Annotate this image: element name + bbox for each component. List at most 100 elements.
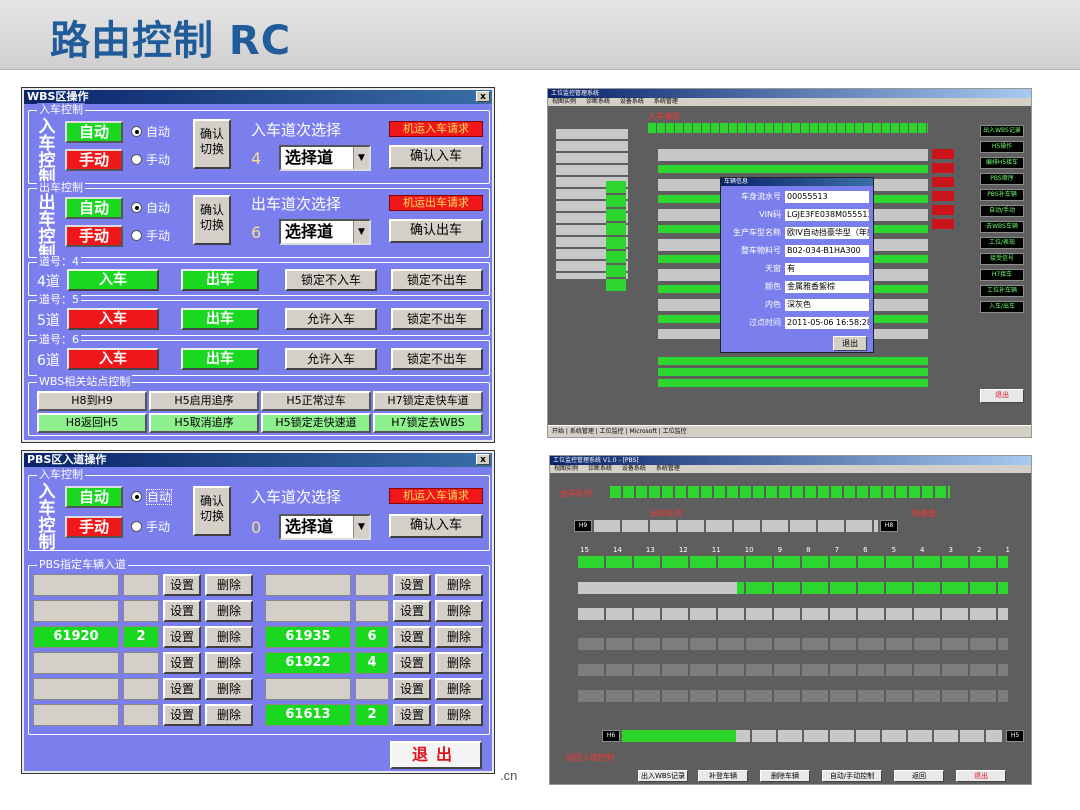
side-button[interactable]: 去WBS车辆 bbox=[980, 221, 1024, 233]
delete-button[interactable]: 删除 bbox=[205, 704, 253, 726]
set-button[interactable]: 设置 bbox=[393, 704, 431, 726]
auto-manual-button[interactable]: 自动/手动控制 bbox=[822, 770, 882, 782]
lane-lock-in-button[interactable]: 锁定不入车 bbox=[285, 269, 377, 291]
set-button[interactable]: 设置 bbox=[393, 652, 431, 674]
set-button[interactable]: 设置 bbox=[393, 626, 431, 648]
wbs-exit-radio-auto[interactable]: 自动 bbox=[131, 201, 170, 215]
station-button-h7-lock-fast[interactable]: H7锁定走快车道 bbox=[373, 391, 483, 411]
set-button[interactable]: 设置 bbox=[393, 574, 431, 596]
side-button[interactable]: 入车/出车 bbox=[980, 301, 1024, 313]
register-car-button[interactable]: 补登车辆 bbox=[698, 770, 748, 782]
side-button[interactable]: 接受信号 bbox=[980, 253, 1024, 265]
wbs-exit-radio-manual[interactable]: 手动 bbox=[131, 229, 170, 243]
menu-item[interactable]: 系统管理 bbox=[656, 465, 680, 472]
pbs-entry-lane-select[interactable]: 选择道 ▼ bbox=[279, 514, 371, 540]
side-button[interactable]: 工位补车辆 bbox=[980, 285, 1024, 297]
wbs-exit-confirm-switch-button[interactable]: 确认切换 bbox=[193, 195, 231, 245]
station-button-h8-return[interactable]: H8返回H5 bbox=[37, 413, 147, 433]
pbs-entry-radio-auto[interactable]: 自动 bbox=[131, 489, 173, 505]
wbs-exit-confirm-button[interactable]: 确认出车 bbox=[389, 219, 483, 243]
wbs-record-button[interactable]: 出入WBS记录 bbox=[638, 770, 688, 782]
side-button[interactable]: 出入WBS记录 bbox=[980, 125, 1024, 137]
menu-item[interactable]: 诊断系统 bbox=[588, 465, 612, 472]
bottom-shot-menu: 视图实例 诊断系统 设备系统 系统管理 bbox=[550, 465, 1031, 473]
station-button-h5-normal[interactable]: H5正常过车 bbox=[261, 391, 371, 411]
lane-number: 8 bbox=[806, 546, 811, 554]
bottom-exit-button[interactable]: 退出 bbox=[956, 770, 1006, 782]
menu-item[interactable]: 系统管理 bbox=[654, 98, 678, 105]
side-button[interactable]: 工位/表现 bbox=[980, 237, 1024, 249]
back-button[interactable]: 返回 bbox=[894, 770, 944, 782]
wbs-entry-radio-manual[interactable]: 手动 bbox=[131, 153, 170, 167]
set-button[interactable]: 设置 bbox=[163, 678, 201, 700]
delete-button[interactable]: 删除 bbox=[435, 626, 483, 648]
menu-item[interactable]: 视图实例 bbox=[554, 465, 578, 472]
side-button[interactable]: PBS顺序 bbox=[980, 173, 1024, 185]
dialog-row-label: 生产车型名称 bbox=[733, 228, 781, 237]
pbs-entry-confirm-switch-button[interactable]: 确认切换 bbox=[193, 486, 231, 536]
slide-header: 路由控制 RC bbox=[0, 0, 1080, 70]
pbs-entry-radio-manual[interactable]: 手动 bbox=[131, 520, 170, 534]
delete-button[interactable]: 删除 bbox=[435, 678, 483, 700]
menu-item[interactable]: 设备系统 bbox=[622, 465, 646, 472]
set-button[interactable]: 设置 bbox=[163, 626, 201, 648]
lane-number: 14 bbox=[612, 546, 622, 554]
side-button[interactable]: 编排H5接车 bbox=[980, 157, 1024, 169]
lane-lock-out-button[interactable]: 锁定不出车 bbox=[391, 308, 483, 330]
station-button-h8-h9[interactable]: H8到H9 bbox=[37, 391, 147, 411]
wbs-exit-auto-indicator: 自动 bbox=[65, 197, 123, 219]
delete-button[interactable]: 删除 bbox=[205, 626, 253, 648]
pbs-entry-confirm-button[interactable]: 确认入车 bbox=[389, 514, 483, 538]
wbs-entry-seq-label: 入车道次选择 bbox=[251, 121, 342, 139]
station-button-h5-lock-fast[interactable]: H5锁定走快速道 bbox=[261, 413, 371, 433]
wbs-exit-lane-select[interactable]: 选择道 ▼ bbox=[279, 219, 371, 245]
lane-number: 9 bbox=[777, 546, 783, 554]
delete-button[interactable]: 删除 bbox=[435, 704, 483, 726]
lane-lock-out-button[interactable]: 锁定不出车 bbox=[391, 269, 483, 291]
select-value: 选择道 bbox=[285, 148, 334, 167]
set-button[interactable]: 设置 bbox=[163, 574, 201, 596]
side-button[interactable]: H7接车 bbox=[980, 269, 1024, 281]
station-button-h5-cancel[interactable]: H5取消追序 bbox=[149, 413, 259, 433]
lane-number: 6 bbox=[863, 546, 868, 554]
set-button[interactable]: 设置 bbox=[393, 678, 431, 700]
set-button[interactable]: 设置 bbox=[393, 600, 431, 622]
wbs-entry-radio-auto[interactable]: 自动 bbox=[131, 125, 170, 139]
delete-button[interactable]: 删除 bbox=[435, 574, 483, 596]
side-button[interactable]: 自动/手动 bbox=[980, 205, 1024, 217]
close-icon[interactable]: x bbox=[476, 91, 490, 102]
lane-allow-in-button[interactable]: 允许入车 bbox=[285, 308, 377, 330]
delete-button[interactable]: 删除 bbox=[435, 652, 483, 674]
delete-button[interactable]: 删除 bbox=[435, 600, 483, 622]
menu-item[interactable]: 诊断系统 bbox=[586, 98, 610, 105]
set-button[interactable]: 设置 bbox=[163, 704, 201, 726]
station-button-h7-lock-wbs[interactable]: H7锁定去WBS bbox=[373, 413, 483, 433]
side-button[interactable]: PBS补车辆 bbox=[980, 189, 1024, 201]
close-icon[interactable]: x bbox=[476, 454, 490, 465]
delete-button[interactable]: 删除 bbox=[205, 652, 253, 674]
delete-button[interactable]: 删除 bbox=[205, 574, 253, 596]
menu-item[interactable]: 视图实例 bbox=[552, 98, 576, 105]
set-button[interactable]: 设置 bbox=[163, 600, 201, 622]
top-shot-exit-button[interactable]: 退出 bbox=[980, 389, 1024, 403]
pbs-exit-button[interactable]: 退出 bbox=[390, 741, 482, 769]
set-button[interactable]: 设置 bbox=[163, 652, 201, 674]
dialog-row: VIN码 LGJE3FE038M055513 bbox=[721, 208, 873, 222]
top-shot-taskbar: 开始 | 系统管理 | 工位监控 | Microsoft | 工位监控 bbox=[548, 425, 1031, 437]
wbs-entry-lane-select[interactable]: 选择道 ▼ bbox=[279, 145, 371, 171]
dialog-row-value: LGJE3FE038M055513 bbox=[785, 209, 869, 221]
delete-car-button[interactable]: 删除车辆 bbox=[760, 770, 810, 782]
dialog-exit-button[interactable]: 退出 bbox=[833, 336, 867, 351]
lane-allow-in-button[interactable]: 允许入车 bbox=[285, 348, 377, 370]
delete-button[interactable]: 删除 bbox=[205, 678, 253, 700]
wbs-entry-confirm-switch-button[interactable]: 确认切换 bbox=[193, 119, 231, 169]
station-button-h5-enable[interactable]: H5启用追序 bbox=[149, 391, 259, 411]
menu-item[interactable]: 设备系统 bbox=[620, 98, 644, 105]
dialog-row-value: 欧IV自动挡豪华型（年款） bbox=[785, 227, 869, 239]
delete-button[interactable]: 删除 bbox=[205, 600, 253, 622]
h6-label: H6 bbox=[602, 730, 620, 742]
radio-checked-icon bbox=[131, 126, 142, 137]
lane-lock-out-button[interactable]: 锁定不出车 bbox=[391, 348, 483, 370]
wbs-entry-confirm-button[interactable]: 确认入车 bbox=[389, 145, 483, 169]
side-button[interactable]: H5操作 bbox=[980, 141, 1024, 153]
